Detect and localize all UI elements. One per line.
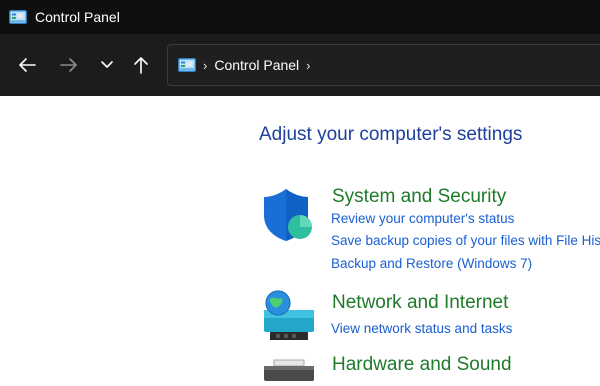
forward-button[interactable]: [56, 52, 82, 78]
breadcrumb-chevron-icon[interactable]: ›: [203, 58, 207, 73]
category-title-system-and-security[interactable]: System and Security: [332, 186, 506, 208]
link-review-computer-status[interactable]: Review your computer's status: [331, 211, 514, 226]
link-file-history-backup[interactable]: Save backup copies of your files with Fi…: [331, 233, 600, 248]
chevron-down-icon: [101, 61, 113, 68]
up-arrow-icon: [134, 57, 148, 74]
address-bar[interactable]: › Control Panel ›: [167, 44, 600, 86]
up-button[interactable]: [128, 52, 154, 78]
forward-arrow-icon: [60, 58, 77, 72]
recent-locations-button[interactable]: [94, 52, 120, 78]
back-arrow-icon: [19, 58, 36, 72]
category-title-hardware-and-sound[interactable]: Hardware and Sound: [332, 354, 512, 376]
network-globe-icon[interactable]: [262, 290, 316, 349]
breadcrumb-chevron-icon[interactable]: ›: [306, 58, 310, 73]
printer-icon[interactable]: [262, 356, 316, 386]
control-panel-icon: [9, 10, 27, 24]
category-title-network-and-internet[interactable]: Network and Internet: [332, 292, 508, 314]
breadcrumb-item-control-panel[interactable]: Control Panel: [214, 57, 299, 73]
window-title: Control Panel: [35, 9, 120, 25]
back-button[interactable]: [14, 52, 40, 78]
link-view-network-status[interactable]: View network status and tasks: [331, 321, 512, 336]
shield-icon[interactable]: [262, 187, 316, 248]
page-heading: Adjust your computer's settings: [259, 124, 523, 145]
control-panel-icon: [178, 58, 196, 72]
link-backup-and-restore[interactable]: Backup and Restore (Windows 7): [331, 256, 532, 271]
navigation-bar: › Control Panel ›: [0, 34, 600, 96]
title-bar: Control Panel: [0, 0, 600, 34]
